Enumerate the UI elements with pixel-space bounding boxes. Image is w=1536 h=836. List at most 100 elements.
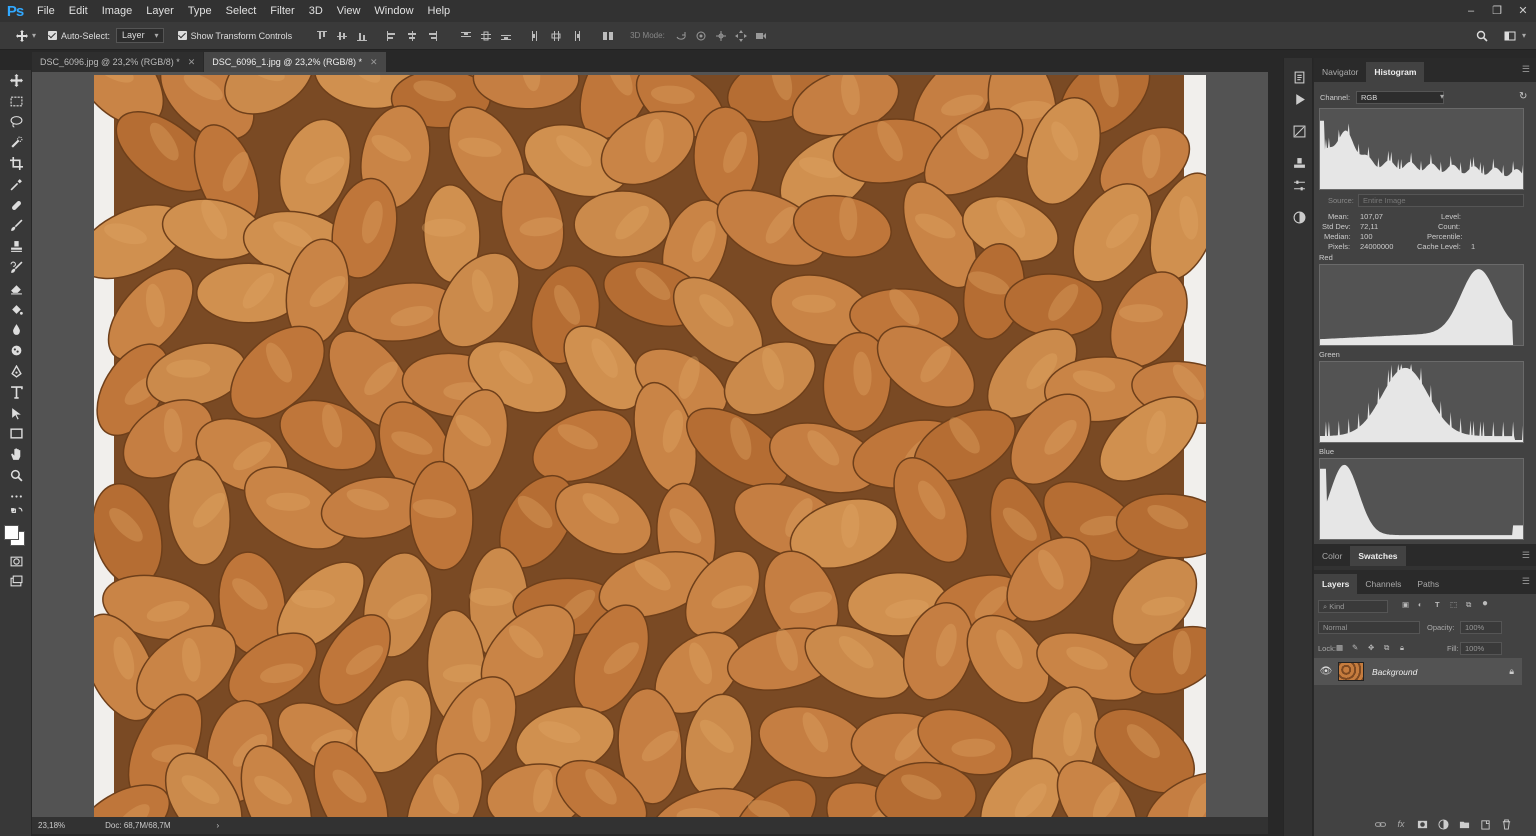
move-tool[interactable] bbox=[0, 70, 32, 91]
workspace-icon[interactable] bbox=[1502, 28, 1518, 44]
menu-image[interactable]: Image bbox=[95, 0, 140, 22]
refresh-icon[interactable]: ↻ bbox=[1519, 91, 1527, 102]
marquee-tool[interactable] bbox=[0, 91, 32, 112]
clone-stamp-tool[interactable] bbox=[0, 236, 32, 257]
menu-help[interactable]: Help bbox=[421, 0, 458, 22]
3d-pan-icon[interactable] bbox=[713, 28, 729, 44]
foreground-color-swatch[interactable] bbox=[4, 524, 19, 540]
close-icon[interactable]: ✕ bbox=[370, 52, 378, 72]
3d-scale-icon[interactable] bbox=[753, 28, 769, 44]
filter-smart-icon[interactable]: ⧉ bbox=[1466, 600, 1471, 610]
source-dropdown[interactable]: Entire Image bbox=[1358, 194, 1524, 207]
history-icon[interactable] bbox=[1284, 66, 1314, 88]
align-vcenter-icon[interactable] bbox=[334, 28, 350, 44]
screen-mode-button[interactable] bbox=[0, 572, 32, 593]
tool-preset-chevron-icon[interactable]: ▾ bbox=[32, 31, 36, 40]
tab-channels[interactable]: Channels bbox=[1357, 574, 1409, 594]
lock-pixels-icon[interactable]: ✎ bbox=[1352, 643, 1358, 652]
auto-select-checkbox[interactable]: Auto-Select: bbox=[48, 31, 110, 41]
align-bottom-icon[interactable] bbox=[354, 28, 370, 44]
hand-tool[interactable] bbox=[0, 444, 32, 465]
document-tab-1[interactable]: DSC_6096.jpg @ 23,2% (RGB/8) * ✕ bbox=[32, 52, 204, 72]
pen-tool[interactable] bbox=[0, 361, 32, 382]
brush-tool[interactable] bbox=[0, 216, 32, 237]
brush-settings-icon[interactable] bbox=[1284, 120, 1314, 142]
filter-pixel-icon[interactable]: ▣ bbox=[1402, 600, 1409, 609]
adjustments-sliders-icon[interactable] bbox=[1284, 174, 1314, 196]
swap-colors[interactable] bbox=[0, 507, 32, 521]
eraser-tool[interactable] bbox=[0, 278, 32, 299]
menu-filter[interactable]: Filter bbox=[263, 0, 301, 22]
tab-color[interactable]: Color bbox=[1314, 546, 1350, 566]
layer-filter-kind[interactable]: ⌕ Kind bbox=[1318, 600, 1388, 613]
layer-row-background[interactable]: 👁︎ Background 🔒︎ bbox=[1314, 658, 1522, 685]
menu-window[interactable]: Window bbox=[367, 0, 420, 22]
filter-type-icon[interactable]: T bbox=[1435, 600, 1440, 609]
blend-mode-dropdown[interactable]: Normal bbox=[1318, 621, 1420, 634]
workspace-chevron-icon[interactable]: ▾ bbox=[1522, 31, 1526, 40]
channel-chevron-icon[interactable]: ▾ bbox=[1440, 92, 1444, 101]
rectangle-tool[interactable] bbox=[0, 424, 32, 445]
new-layer-icon[interactable] bbox=[1479, 818, 1491, 830]
distribute-left-icon[interactable] bbox=[528, 28, 544, 44]
restore-button[interactable]: ❐ bbox=[1484, 0, 1510, 22]
align-right-icon[interactable] bbox=[424, 28, 440, 44]
dodge-tool[interactable] bbox=[0, 340, 32, 361]
align-hcenter-icon[interactable] bbox=[404, 28, 420, 44]
tab-swatches[interactable]: Swatches bbox=[1350, 546, 1406, 566]
close-icon[interactable]: ✕ bbox=[188, 52, 196, 72]
canvas-area[interactable] bbox=[32, 72, 1268, 817]
new-group-icon[interactable] bbox=[1458, 818, 1470, 830]
quick-select-tool[interactable] bbox=[0, 132, 32, 153]
menu-layer[interactable]: Layer bbox=[139, 0, 181, 22]
show-transform-checkbox[interactable]: Show Transform Controls bbox=[177, 31, 292, 41]
filter-toggle-icon[interactable]: ● bbox=[1482, 598, 1488, 609]
distribute-top-icon[interactable] bbox=[458, 28, 474, 44]
auto-align-icon[interactable] bbox=[600, 28, 616, 44]
3d-roll-icon[interactable] bbox=[693, 28, 709, 44]
distribute-hcenter-icon[interactable] bbox=[548, 28, 564, 44]
more-tools[interactable] bbox=[0, 486, 32, 507]
eyedropper-tool[interactable] bbox=[0, 174, 32, 195]
document-tab-2[interactable]: DSC_6096_1.jpg @ 23,2% (RGB/8) * ✕ bbox=[204, 52, 386, 72]
layer-name[interactable]: Background bbox=[1372, 667, 1509, 677]
color-swatches[interactable] bbox=[0, 521, 32, 551]
type-tool[interactable] bbox=[0, 382, 32, 403]
panel-menu-icon[interactable]: ☰ bbox=[1522, 550, 1530, 561]
blur-tool[interactable] bbox=[0, 320, 32, 341]
align-left-icon[interactable] bbox=[384, 28, 400, 44]
healing-brush-tool[interactable] bbox=[0, 195, 32, 216]
menu-file[interactable]: File bbox=[30, 0, 62, 22]
zoom-level[interactable]: 23,18% bbox=[38, 821, 65, 830]
distribute-vcenter-icon[interactable] bbox=[478, 28, 494, 44]
tab-layers[interactable]: Layers bbox=[1314, 574, 1358, 594]
adjustment-layer-icon[interactable] bbox=[1284, 206, 1314, 228]
filter-shape-icon[interactable]: ⬚ bbox=[1450, 600, 1457, 609]
menu-view[interactable]: View bbox=[330, 0, 368, 22]
add-mask-icon[interactable] bbox=[1416, 818, 1428, 830]
actions-play-icon[interactable] bbox=[1284, 88, 1314, 110]
lock-position-icon[interactable]: ✥ bbox=[1368, 643, 1374, 652]
fx-icon[interactable]: fx bbox=[1395, 818, 1407, 830]
lock-transparent-icon[interactable]: ▦ bbox=[1336, 643, 1343, 652]
move-tool-icon[interactable] bbox=[14, 28, 30, 44]
panel-menu-icon[interactable]: ☰ bbox=[1522, 64, 1530, 75]
link-layers-icon[interactable] bbox=[1374, 818, 1386, 830]
crop-tool[interactable] bbox=[0, 153, 32, 174]
lasso-tool[interactable] bbox=[0, 112, 32, 133]
menu-select[interactable]: Select bbox=[219, 0, 264, 22]
search-icon[interactable] bbox=[1474, 28, 1490, 44]
minimize-button[interactable]: – bbox=[1458, 0, 1484, 22]
fill-field[interactable]: 100% bbox=[1460, 642, 1502, 655]
3d-rotate-icon[interactable] bbox=[673, 28, 689, 44]
document-image[interactable] bbox=[94, 75, 1206, 817]
opacity-field[interactable]: 100% bbox=[1460, 621, 1502, 634]
panel-menu-icon[interactable]: ☰ bbox=[1522, 576, 1530, 587]
quick-mask-button[interactable] bbox=[0, 551, 32, 572]
channel-dropdown[interactable]: RGB bbox=[1356, 91, 1444, 104]
tab-histogram[interactable]: Histogram bbox=[1366, 62, 1425, 82]
zoom-tool[interactable] bbox=[0, 465, 32, 486]
lock-all-icon[interactable]: 🔒︎ bbox=[1400, 643, 1404, 653]
auto-select-dropdown[interactable]: Layer bbox=[116, 28, 164, 43]
tab-navigator[interactable]: Navigator bbox=[1314, 62, 1366, 82]
